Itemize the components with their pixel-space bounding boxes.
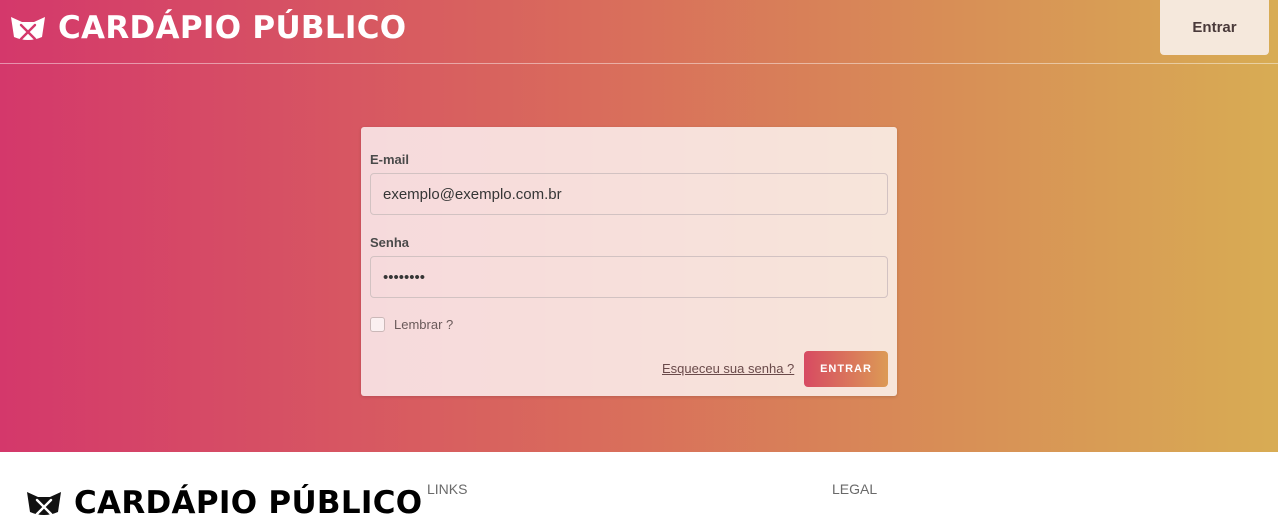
mask-cutlery-icon (27, 492, 61, 516)
email-input[interactable] (370, 173, 888, 215)
login-nav-button[interactable]: Entrar (1160, 0, 1269, 55)
submit-login-button[interactable]: ENTRAR (804, 351, 888, 387)
password-input[interactable] (370, 256, 888, 298)
footer-brand-title: CARDÁPIO PÚBLICO (74, 485, 423, 519)
brand[interactable]: CARDÁPIO PÚBLICO (10, 8, 406, 48)
email-label: E-mail (370, 152, 410, 167)
footer: CARDÁPIO PÚBLICO LINKS LEGAL (0, 452, 1278, 519)
remember-checkbox-row[interactable]: Lembrar ? (370, 317, 453, 332)
password-label: Senha (370, 235, 410, 250)
top-navbar: CARDÁPIO PÚBLICO Entrar (0, 0, 1278, 64)
footer-brand[interactable]: CARDÁPIO PÚBLICO (26, 485, 422, 519)
brand-title: CARDÁPIO PÚBLICO (58, 10, 407, 46)
login-card: E-mail Senha Lembrar ? Esqueceu sua senh… (361, 127, 897, 396)
remember-label[interactable]: Lembrar ? (394, 317, 453, 332)
footer-links-heading: LINKS (427, 481, 468, 497)
remember-checkbox[interactable] (370, 317, 385, 332)
footer-legal-heading: LEGAL (832, 481, 878, 497)
mask-cutlery-icon (11, 17, 45, 41)
forgot-password-link[interactable]: Esqueceu sua senha ? (662, 361, 794, 376)
hero-section: CARDÁPIO PÚBLICO Entrar E-mail Senha Lem… (0, 0, 1278, 452)
